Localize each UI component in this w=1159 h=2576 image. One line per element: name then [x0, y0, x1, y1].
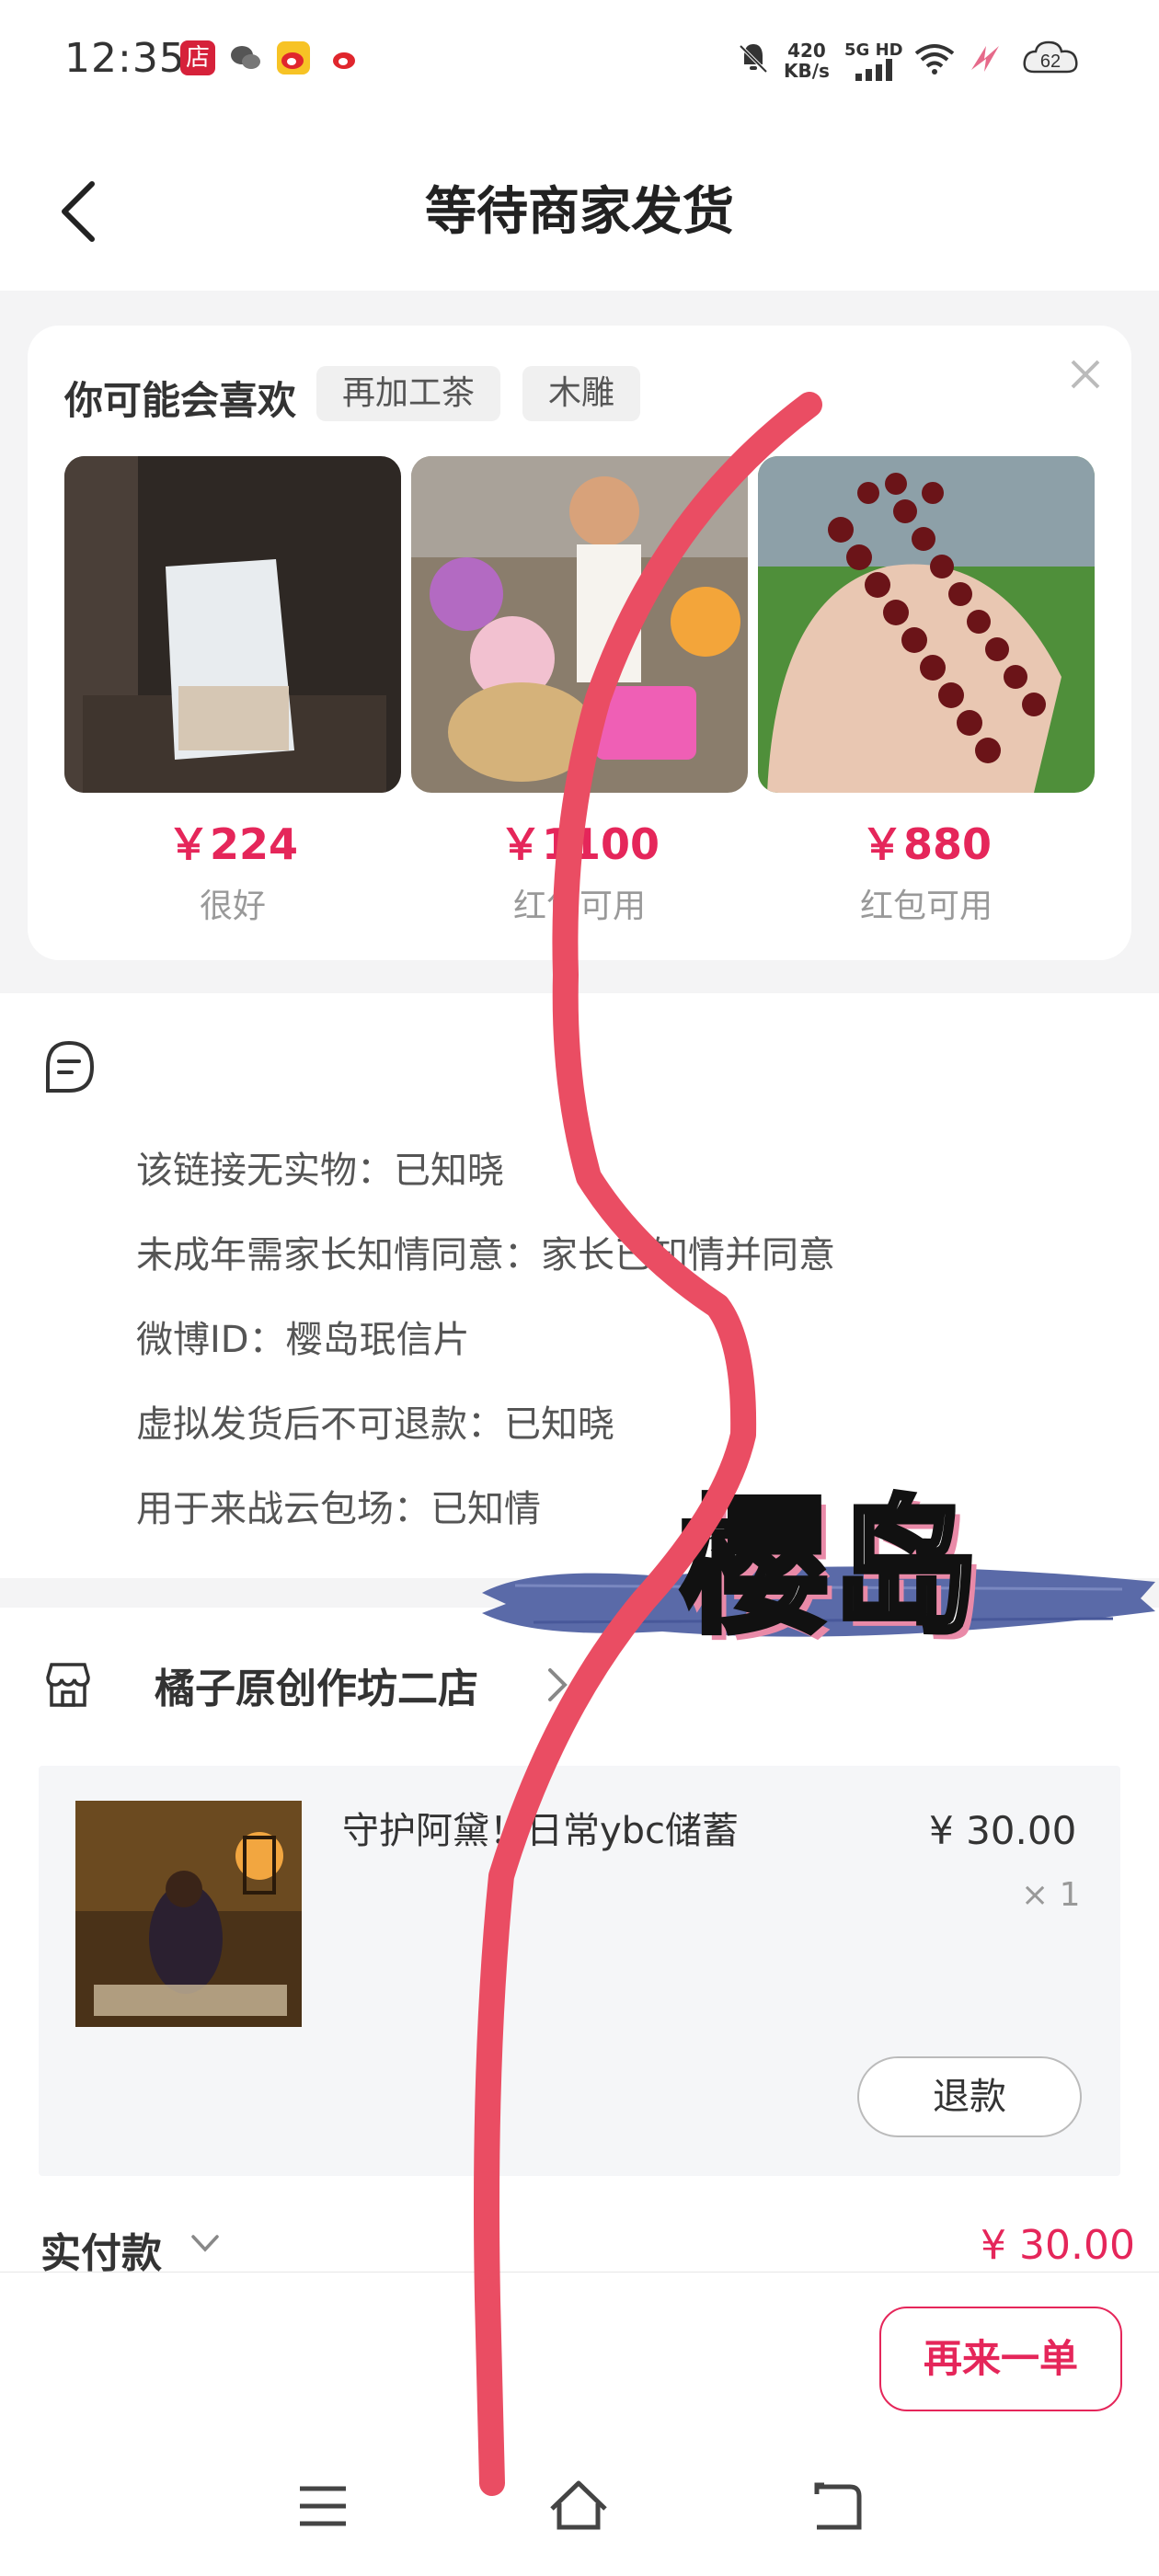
battery-icon: 62 — [1023, 40, 1078, 74]
flash-charge-icon — [971, 46, 999, 72]
status-time: 12:35 — [64, 35, 186, 82]
order-note-line: 虚拟发货后不可退款：已知晓 — [136, 1403, 614, 1446]
product-label: 很好 — [199, 887, 266, 925]
recommend-tag-woodcarving[interactable]: 木雕 — [522, 366, 641, 421]
chevron-down-icon[interactable] — [189, 2229, 221, 2257]
watermark-text: 樱岛 — [678, 1479, 983, 1656]
order-item-price: ¥ 30.00 — [929, 1808, 1077, 1853]
product-label: 红包可用 — [512, 887, 646, 925]
menu-icon[interactable] — [291, 2474, 355, 2538]
chevron-right-icon[interactable] — [543, 1665, 572, 1705]
shop-name-link[interactable]: 橘子原创作坊二店 — [155, 1655, 478, 1714]
signal-icon — [855, 59, 892, 81]
product-price: ￥224 — [166, 819, 299, 869]
product-image-bead-bracelet[interactable] — [758, 456, 1095, 793]
net-speed: 420 KB/s — [784, 40, 830, 82]
order-note-line: 微博ID：樱岛珉信片 — [136, 1319, 470, 1361]
weibo-icon — [277, 41, 310, 74]
note-icon — [46, 1040, 95, 1093]
order-item-image[interactable] — [75, 1801, 302, 2027]
store-icon — [46, 1663, 90, 1707]
product-image-tea-bag[interactable] — [64, 456, 401, 793]
svg-text:62: 62 — [1040, 52, 1061, 72]
order-note-line: 用于来战云包场：已知情 — [136, 1488, 541, 1530]
mute-bell-icon — [739, 44, 768, 74]
order-note-line: 未成年需家长知情同意：家长已知情并同意 — [136, 1234, 835, 1277]
weibo-small-icon — [333, 52, 355, 69]
product-price: ￥1100 — [499, 819, 660, 869]
home-icon[interactable] — [546, 2474, 611, 2538]
recommend-title: 你可能会喜欢 — [64, 378, 297, 423]
wechat-icon — [231, 46, 260, 69]
paid-amount-value: ¥ 30.00 — [981, 2222, 1135, 2269]
paid-amount-label[interactable]: 实付款 — [40, 2220, 162, 2279]
product-label: 红包可用 — [859, 887, 993, 925]
product-price: ￥880 — [860, 819, 993, 869]
shop-app-icon: 店 — [180, 40, 215, 75]
order-item-title: 守护阿黛！日常ybc储蓄 — [342, 1810, 740, 1852]
order-item-quantity: × 1 — [1021, 1876, 1081, 1914]
back-nav-icon[interactable] — [804, 2474, 868, 2538]
page-title: 等待商家发货 — [425, 182, 734, 242]
refund-button[interactable]: 退款 — [857, 2056, 1082, 2137]
order-note-line: 该链接无实物：已知晓 — [136, 1150, 504, 1192]
product-image-flowers[interactable] — [411, 456, 748, 793]
reorder-button[interactable]: 再来一单 — [879, 2307, 1122, 2411]
network-type: 5G HD — [844, 40, 903, 60]
wifi-icon — [914, 44, 955, 74]
recommend-tag-tea[interactable]: 再加工茶 — [316, 366, 501, 421]
close-icon[interactable] — [1065, 354, 1106, 395]
